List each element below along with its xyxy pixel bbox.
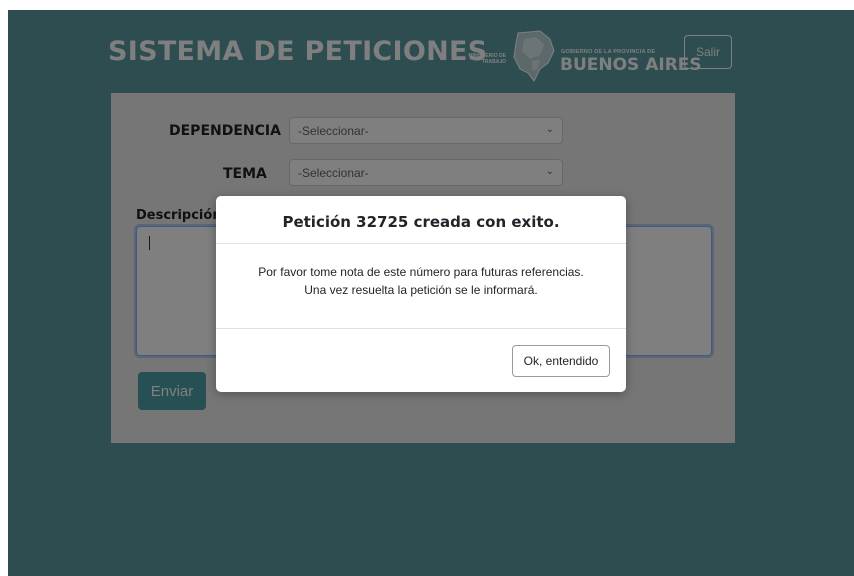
modal-header-divider xyxy=(216,243,626,244)
modal-body-line1: Por favor tome nota de este número para … xyxy=(258,265,584,279)
ok-button[interactable]: Ok, entendido xyxy=(512,345,610,377)
modal-body: Por favor tome nota de este número para … xyxy=(226,263,616,299)
modal-title: Petición 32725 creada con exito. xyxy=(282,213,560,231)
success-modal: Petición 32725 creada con exito. Por fav… xyxy=(216,196,626,392)
modal-footer-divider xyxy=(216,328,626,329)
modal-body-line2: Una vez resuelta la petición se le infor… xyxy=(304,283,538,297)
